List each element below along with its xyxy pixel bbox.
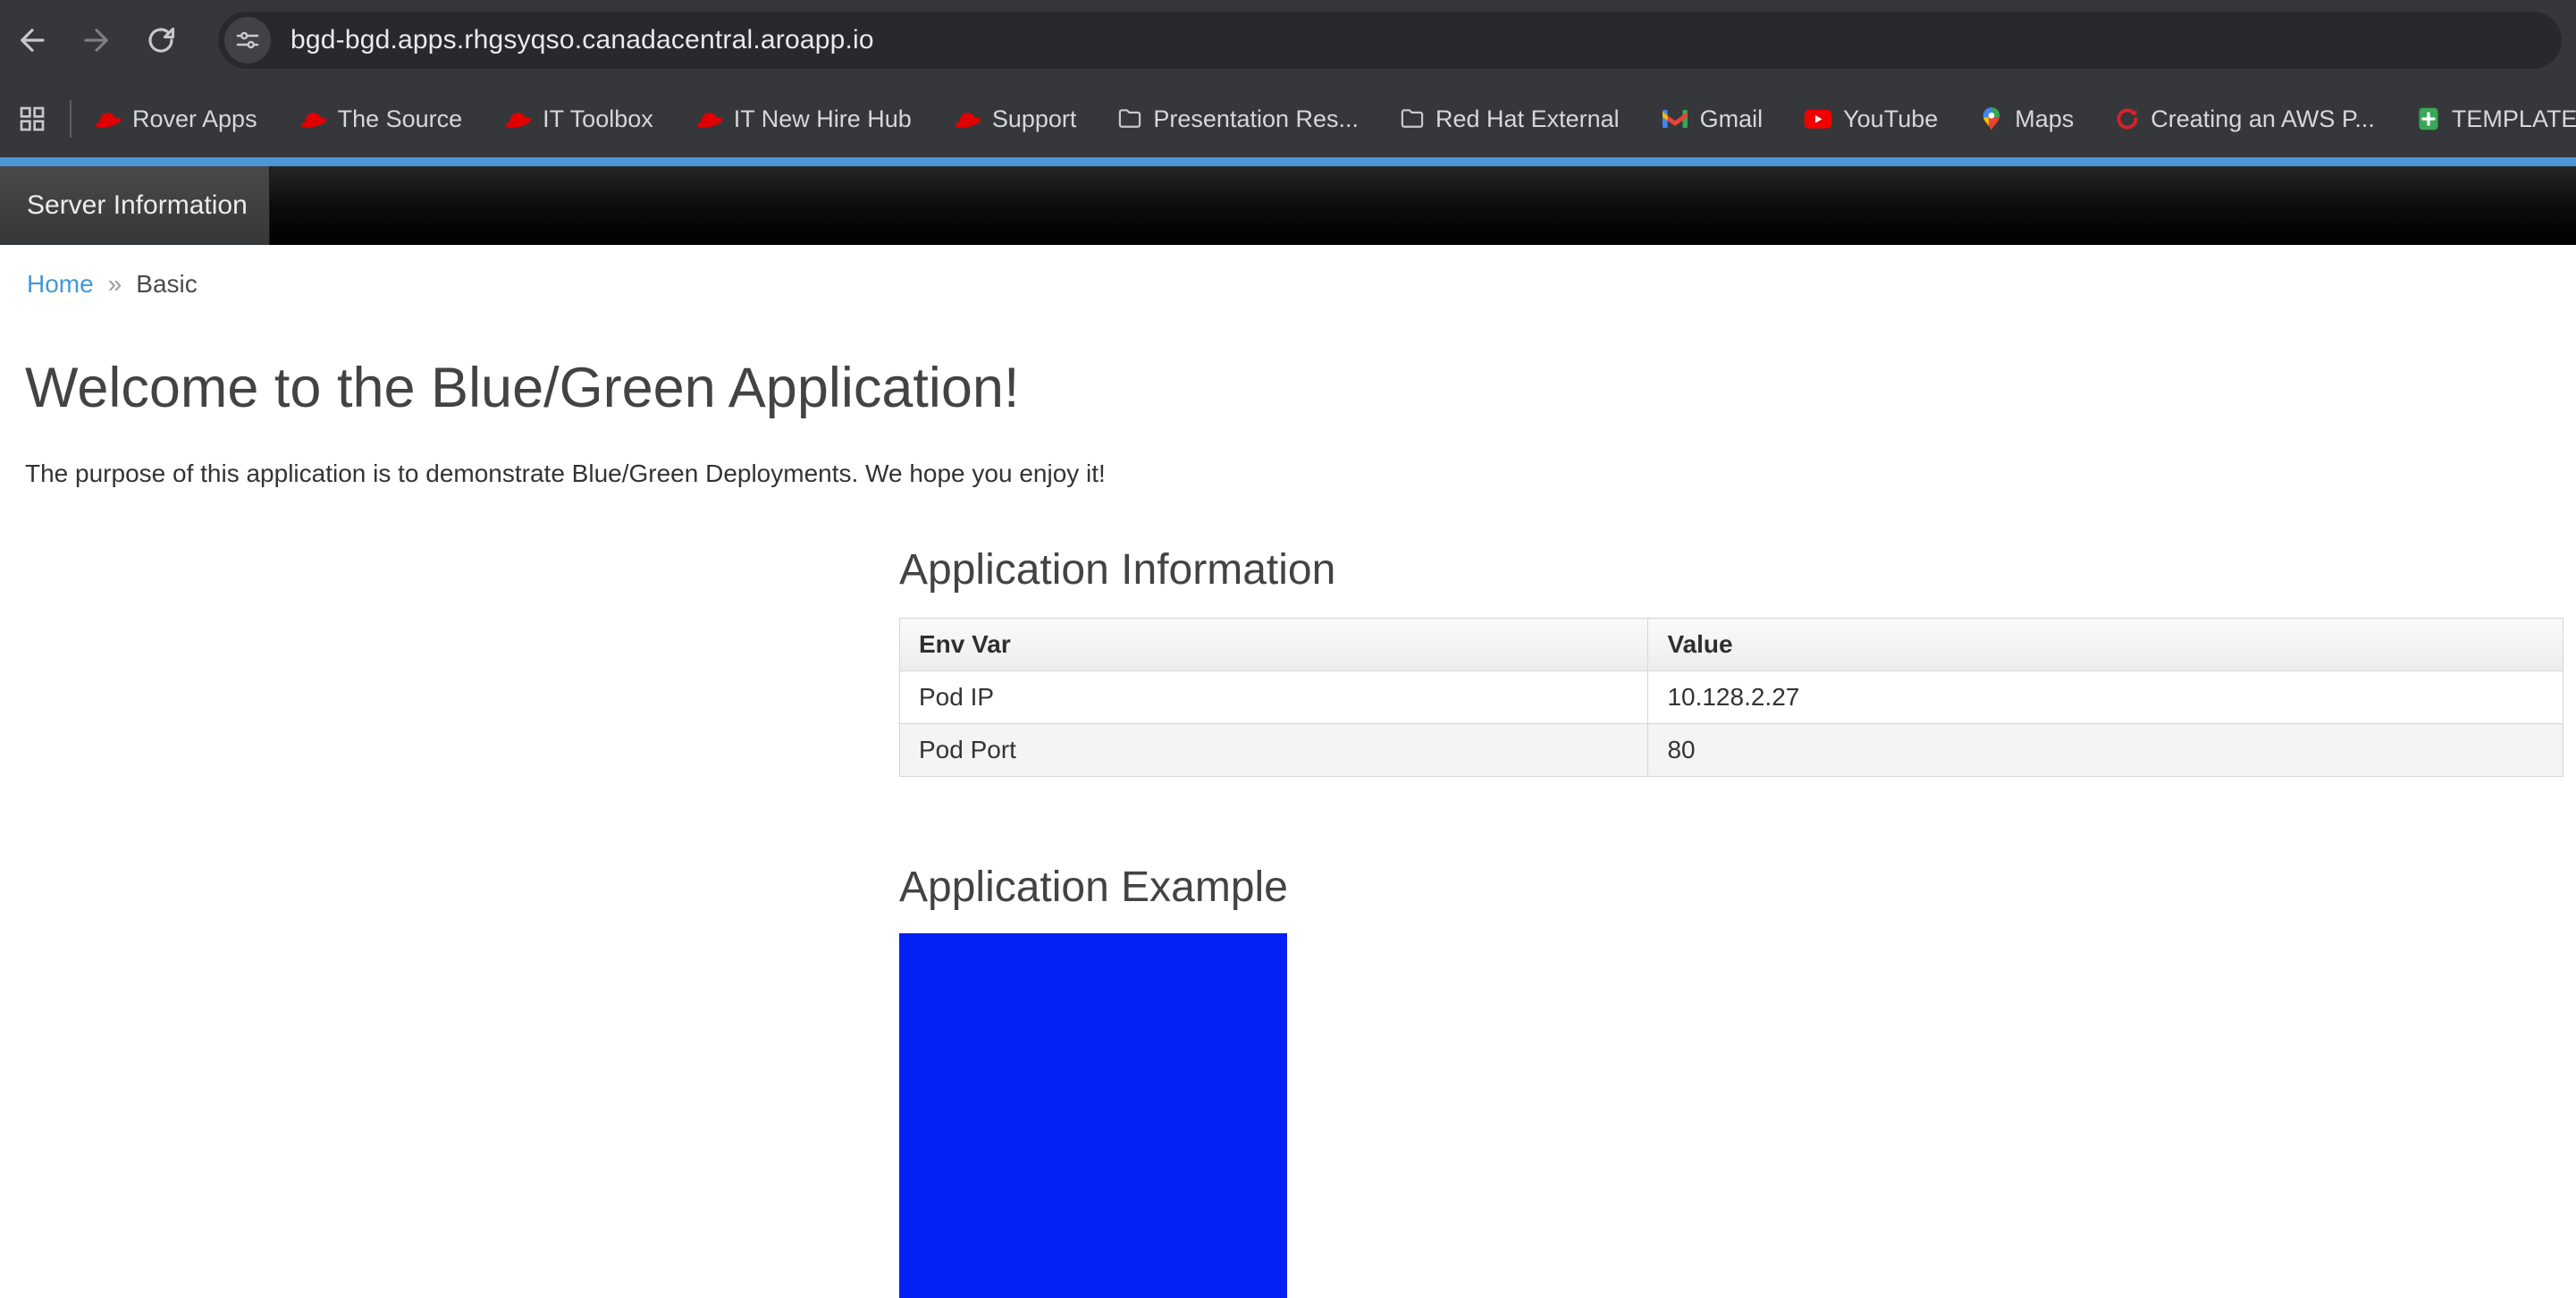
bookmark-label: Gmail	[1700, 105, 1764, 133]
back-button[interactable]	[13, 21, 52, 60]
page-title: Welcome to the Blue/Green Application!	[25, 356, 2576, 420]
pod-port-label-cell: Pod Port	[900, 724, 1648, 777]
sheets-icon	[2416, 106, 2441, 131]
pod-port-value-cell: 80	[1648, 724, 2563, 777]
tab-server-information[interactable]: Server Information	[0, 166, 270, 245]
folder-icon	[1117, 106, 1142, 131]
navbar-accent-strip	[0, 157, 2576, 166]
site-settings-button[interactable]	[224, 17, 271, 63]
apps-grid-icon	[18, 105, 46, 133]
bookmark-youtube[interactable]: YouTube	[1804, 105, 1938, 133]
app-navbar: Server Information	[0, 166, 2576, 245]
redhat-icon	[93, 107, 122, 131]
application-information-heading: Application Information	[899, 545, 2563, 594]
browser-toolbar: bgd-bgd.apps.rhgsyqso.canadacentral.aroa…	[0, 0, 2576, 80]
breadcrumb: Home » Basic	[27, 270, 2576, 299]
openshift-icon	[2115, 106, 2140, 131]
bookmark-template-red[interactable]: TEMPLATE - Red...	[2416, 105, 2576, 133]
bookmark-it-toolbox[interactable]: IT Toolbox	[503, 105, 653, 133]
redhat-icon	[299, 107, 327, 131]
bookmark-label: IT New Hire Hub	[734, 105, 912, 133]
table-row-pod-port: Pod Port 80	[900, 724, 2563, 777]
application-section: Application Information Env Var Value Po…	[899, 545, 2563, 1298]
pod-ip-label-cell: Pod IP	[900, 671, 1648, 724]
bookmark-creating-an-aws-p[interactable]: Creating an AWS P...	[2115, 105, 2375, 133]
breadcrumb-home-link[interactable]: Home	[27, 270, 94, 299]
redhat-icon	[953, 107, 981, 131]
breadcrumb-separator: »	[108, 270, 122, 299]
maps-pin-icon	[1979, 106, 2004, 131]
forward-button[interactable]	[77, 21, 116, 60]
bookmark-label: Creating an AWS P...	[2151, 105, 2375, 133]
browser-window: bgd-bgd.apps.rhgsyqso.canadacentral.aroa…	[0, 0, 2576, 1298]
youtube-icon	[1804, 107, 1832, 131]
url-bar[interactable]: bgd-bgd.apps.rhgsyqso.canadacentral.aroa…	[218, 12, 2562, 69]
deployment-color-square	[899, 933, 1287, 1298]
apps-shortcut-button[interactable]	[14, 101, 50, 137]
bookmark-label: Presentation Res...	[1153, 105, 1359, 133]
bookmark-red-hat-external[interactable]: Red Hat External	[1400, 105, 1620, 133]
bookmark-gmail[interactable]: Gmail	[1661, 105, 1764, 133]
pod-ip-value-cell: 10.128.2.27	[1648, 671, 2563, 724]
forward-arrow-icon	[80, 24, 113, 56]
page-content: Home » Basic Welcome to the Blue/Green A…	[0, 270, 2576, 1298]
header-value: Value	[1648, 619, 2563, 671]
bookmark-rover-apps[interactable]: Rover Apps	[93, 105, 257, 133]
header-env-var: Env Var	[900, 619, 1648, 671]
redhat-icon	[695, 107, 723, 131]
back-arrow-icon	[16, 24, 48, 56]
redhat-icon	[503, 107, 532, 131]
bookmark-label: Support	[992, 105, 1077, 133]
bookmark-label: The Source	[338, 105, 463, 133]
bookmark-label: TEMPLATE - Red...	[2452, 105, 2576, 133]
folder-icon	[1400, 106, 1425, 131]
bookmark-maps[interactable]: Maps	[1979, 105, 2074, 133]
bookmark-presentation-resources[interactable]: Presentation Res...	[1117, 105, 1359, 133]
bookmark-the-source[interactable]: The Source	[299, 105, 463, 133]
bookmark-support[interactable]: Support	[953, 105, 1077, 133]
application-example-heading: Application Example	[899, 863, 2563, 912]
table-header-row: Env Var Value	[900, 619, 2563, 671]
page-subtitle: The purpose of this application is to de…	[25, 459, 2576, 488]
bookmark-label: YouTube	[1843, 105, 1938, 133]
bookmark-it-new-hire-hub[interactable]: IT New Hire Hub	[695, 105, 912, 133]
url-text[interactable]: bgd-bgd.apps.rhgsyqso.canadacentral.aroa…	[290, 25, 874, 55]
bookmarks-divider	[70, 100, 72, 138]
breadcrumb-current: Basic	[136, 270, 197, 299]
bookmark-label: Maps	[2015, 105, 2074, 133]
application-information-table: Env Var Value Pod IP 10.128.2.27 Pod Por…	[899, 618, 2563, 777]
reload-button[interactable]	[141, 21, 181, 60]
table-row-pod-ip: Pod IP 10.128.2.27	[900, 671, 2563, 724]
bookmark-label: IT Toolbox	[543, 105, 653, 133]
bookmark-label: Rover Apps	[132, 105, 257, 133]
bookmarks-bar: Rover Apps The Source IT Toolbox IT New …	[0, 80, 2576, 157]
bookmark-label: Red Hat External	[1435, 105, 1620, 133]
tune-icon	[234, 27, 261, 54]
reload-icon	[145, 24, 177, 56]
gmail-icon	[1661, 107, 1689, 131]
